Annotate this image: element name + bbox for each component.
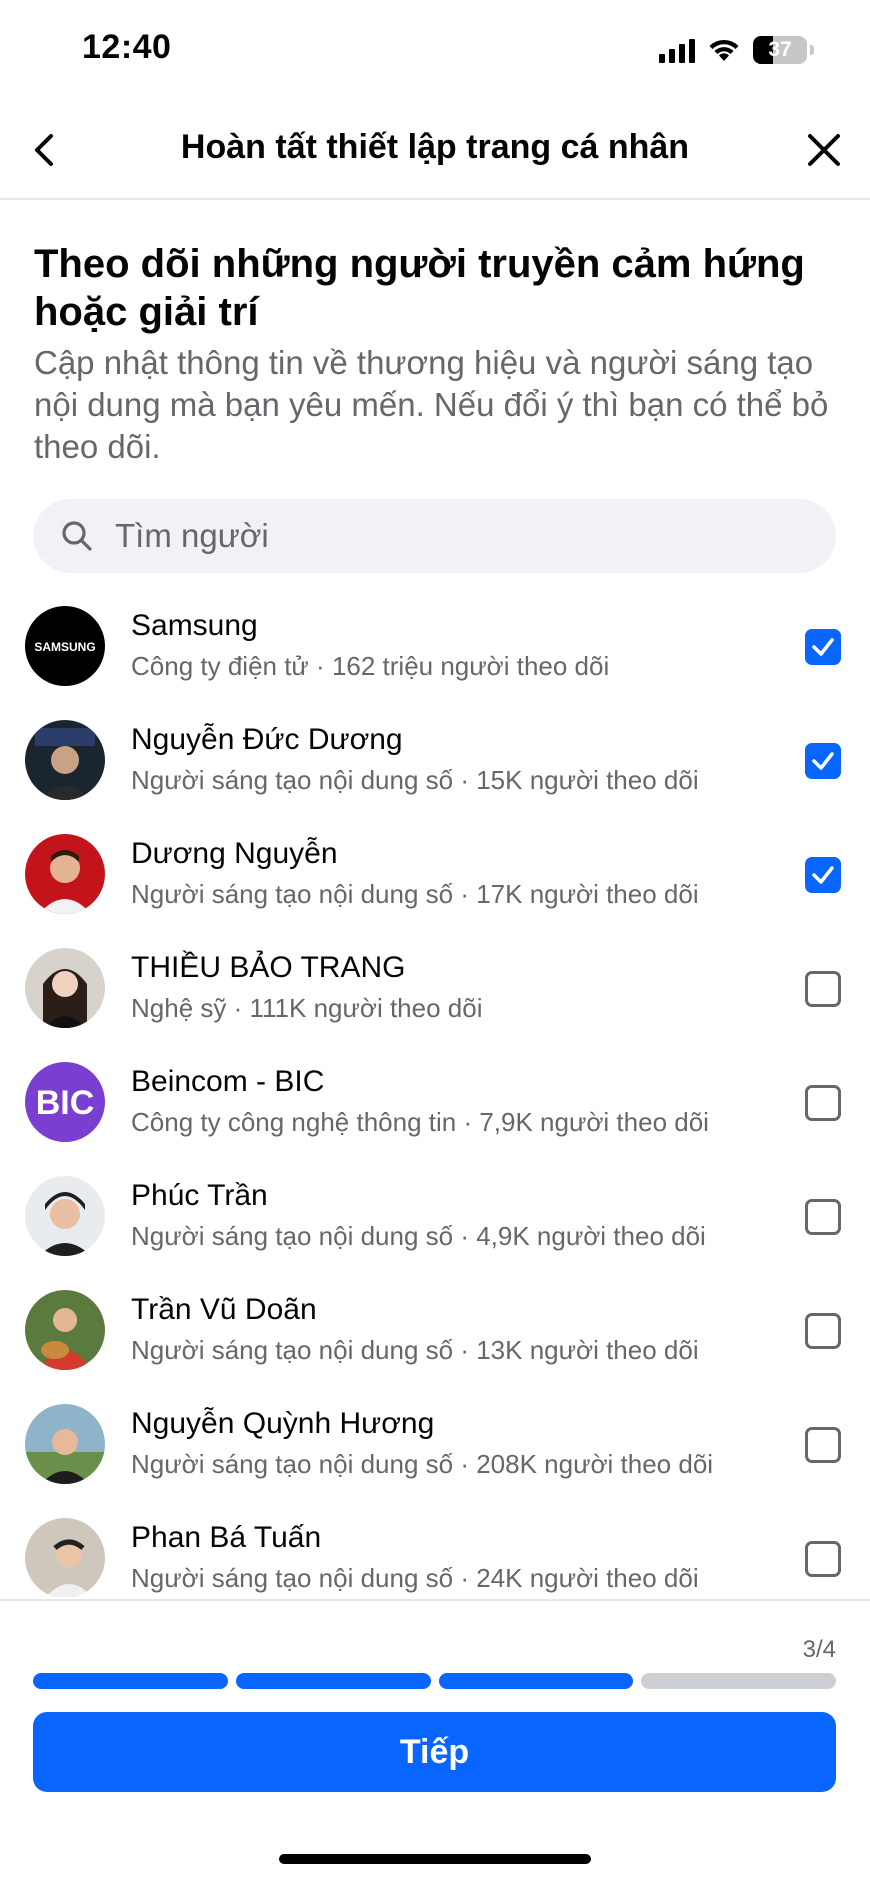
checkmark-icon — [812, 638, 834, 656]
follow-checkbox[interactable] — [805, 857, 841, 893]
person-name: Trần Vũ Doãn — [131, 1293, 317, 1326]
person-meta: Công ty công nghệ thông tin · 7,9K người… — [131, 1107, 709, 1137]
follow-checkbox[interactable] — [805, 1199, 841, 1235]
list-item[interactable]: Dương Nguyễn Người sáng tạo nội dung số … — [0, 825, 870, 939]
person-name: THIỀU BẢO TRANG — [131, 951, 406, 984]
person-name: Nguyễn Đức Dương — [131, 723, 403, 756]
follow-checkbox[interactable] — [805, 629, 841, 665]
follow-checkbox[interactable] — [805, 1085, 841, 1121]
nav-bar: Hoàn tất thiết lập trang cá nhân — [0, 100, 870, 200]
next-button[interactable]: Tiếp — [33, 1712, 836, 1792]
person-name: Nguyễn Quỳnh Hương — [131, 1407, 435, 1440]
list-item[interactable]: Phúc Trần Người sáng tạo nội dung số · 4… — [0, 1167, 870, 1281]
avatar-logo-text: SAMSUNG — [34, 640, 95, 654]
person-meta: Nghệ sỹ · 111K người theo dõi — [131, 993, 483, 1023]
list-item[interactable]: Nguyễn Đức Dương Người sáng tạo nội dung… — [0, 711, 870, 825]
cellular-signal-icon — [659, 37, 695, 63]
battery-level: 37 — [768, 38, 792, 61]
list-item[interactable]: BIC Beincom - BIC Công ty công nghệ thôn… — [0, 1053, 870, 1167]
progress-segment — [33, 1673, 228, 1689]
avatar: SAMSUNG — [25, 606, 105, 686]
avatar — [25, 720, 105, 800]
person-name: Phan Bá Tuấn — [131, 1521, 322, 1554]
checkmark-icon — [812, 752, 834, 770]
status-time: 12:40 — [82, 28, 172, 66]
person-meta: Người sáng tạo nội dung số · 15K người t… — [131, 765, 699, 795]
home-indicator — [279, 1854, 591, 1864]
battery-icon: 37 — [753, 36, 807, 64]
search-icon — [62, 521, 92, 551]
person-meta: Người sáng tạo nội dung số · 13K người t… — [131, 1335, 699, 1365]
person-name: Phúc Trần — [131, 1179, 268, 1212]
page-heading: Theo dõi những người truyền cảm hứng hoặ… — [34, 242, 805, 334]
status-bar: 12:40 37 — [0, 0, 870, 100]
nav-title: Hoàn tất thiết lập trang cá nhân — [180, 128, 690, 166]
person-meta: Người sáng tạo nội dung số · 17K người t… — [131, 879, 699, 909]
follow-checkbox[interactable] — [805, 1313, 841, 1349]
avatar-logo-text: BIC — [36, 1084, 95, 1122]
close-button[interactable] — [800, 126, 848, 174]
person-name: Samsung — [131, 609, 258, 642]
person-name: Beincom - BIC — [131, 1065, 325, 1098]
follow-checkbox[interactable] — [805, 971, 841, 1007]
search-bar[interactable] — [33, 499, 836, 573]
follow-checkbox[interactable] — [805, 743, 841, 779]
status-icons: 37 — [659, 36, 814, 64]
person-meta: Người sáng tạo nội dung số · 208K người … — [131, 1449, 714, 1479]
people-list: SAMSUNG Samsung Công ty điện tử · 162 tr… — [0, 597, 870, 1597]
person-meta: Người sáng tạo nội dung số · 24K người t… — [131, 1563, 699, 1593]
checkmark-icon — [812, 866, 834, 884]
progress-segment — [641, 1673, 836, 1689]
search-input[interactable] — [115, 499, 795, 573]
avatar — [25, 948, 105, 1028]
person-meta: Người sáng tạo nội dung số · 4,9K người … — [131, 1221, 706, 1251]
list-item[interactable]: Nguyễn Quỳnh Hương Người sáng tạo nội du… — [0, 1395, 870, 1509]
step-progress-bar — [33, 1673, 836, 1689]
avatar — [25, 1176, 105, 1256]
progress-segment — [438, 1673, 634, 1689]
follow-checkbox[interactable] — [805, 1541, 841, 1577]
footer-divider — [0, 1599, 870, 1601]
wifi-icon — [709, 39, 739, 61]
avatar — [25, 1518, 105, 1597]
list-item[interactable]: THIỀU BẢO TRANG Nghệ sỹ · 111K người the… — [0, 939, 870, 1053]
avatar: BIC — [25, 1062, 105, 1142]
close-icon — [808, 134, 840, 166]
person-meta: Công ty điện tử · 162 triệu người theo d… — [131, 651, 610, 681]
person-name: Dương Nguyễn — [131, 837, 338, 870]
progress-segment — [235, 1673, 431, 1689]
avatar — [25, 1290, 105, 1370]
avatar — [25, 1404, 105, 1484]
list-item[interactable]: Phan Bá Tuấn Người sáng tạo nội dung số … — [0, 1509, 870, 1597]
list-item[interactable]: Trần Vũ Doãn Người sáng tạo nội dung số … — [0, 1281, 870, 1395]
step-counter: 3/4 — [802, 1636, 836, 1663]
list-item[interactable]: SAMSUNG Samsung Công ty điện tử · 162 tr… — [0, 597, 870, 711]
avatar — [25, 834, 105, 914]
follow-checkbox[interactable] — [805, 1427, 841, 1463]
page-description: Cập nhật thông tin về thương hiệu và ngư… — [34, 344, 829, 465]
